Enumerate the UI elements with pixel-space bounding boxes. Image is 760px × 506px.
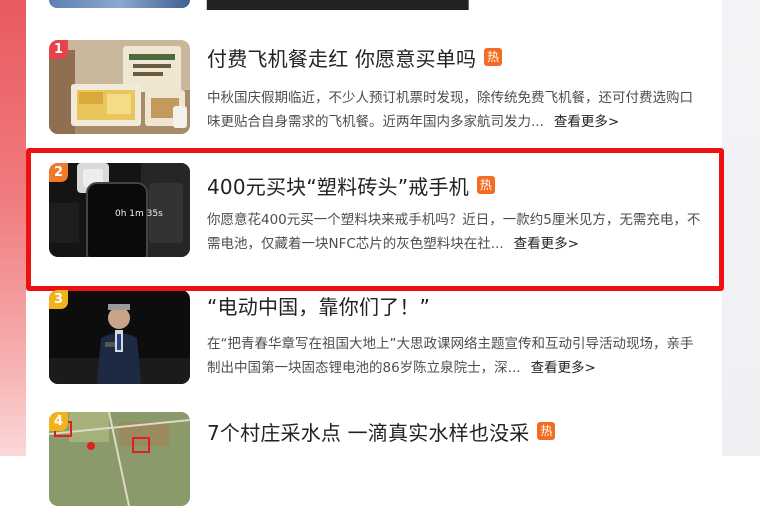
see-more-link[interactable]: 查看更多> <box>531 360 596 376</box>
phone-screen-timer: 0h 1m 35s <box>115 209 163 219</box>
news-summary[interactable]: 你愿意花400元买一个塑料块来戒手机吗？近日，一款约5厘米见方，无需充电，不需电… <box>207 208 701 256</box>
news-summary[interactable]: 在“把青春华章写在祖国大地上”大思政课网络主题宣传和互动引导活动现场，亲手制出中… <box>207 332 701 380</box>
news-title[interactable]: 7个村庄采水点 一滴真实水样也没采 <box>207 417 529 446</box>
boxed-meal-photo-icon <box>49 40 190 134</box>
news-summary-text: 在“把青春华章写在祖国大地上”大思政课网络主题宣传和互动引导活动现场，亲手制出中… <box>207 336 694 376</box>
news-title-row[interactable]: “电动中国，靠你们了！” <box>207 290 430 320</box>
rank-badge: 1 <box>49 40 68 59</box>
news-thumbnail[interactable]: 1 <box>49 40 190 134</box>
news-title[interactable]: 400元买块“塑料砖头”戒手机 <box>207 171 469 200</box>
news-title-row[interactable]: 7个村庄采水点 一滴真实水样也没采 热 <box>207 416 556 446</box>
right-decor-strip <box>722 0 760 456</box>
news-summary-text: 你愿意花400元买一个塑料块来戒手机吗？近日，一款约5厘米见方，无需充电，不需电… <box>207 212 701 252</box>
speaker-on-stage-photo-icon <box>49 290 190 384</box>
news-item[interactable]: 1 付费飞机餐走红 你愿意买单吗 热 中秋国庆假期临近，不少人预订机票时发现，除… <box>26 18 722 164</box>
news-title-row[interactable]: 400元买块“塑料砖头”戒手机 热 <box>207 170 495 200</box>
hot-tag: 热 <box>484 48 503 66</box>
satellite-map-photo-icon <box>49 412 190 506</box>
news-thumbnail[interactable]: 3 <box>49 290 190 384</box>
news-item[interactable]: 4 7个村庄采水点 一滴真实水样也没采 热 <box>26 404 722 506</box>
news-summary[interactable]: 中秋国庆假期临近，不少人预订机票时发现，除传统免费飞机餐，还可付费选购口味更贴合… <box>207 86 701 134</box>
news-thumbnail[interactable]: 4 <box>49 412 190 506</box>
news-title[interactable]: 付费飞机餐走红 你愿意买单吗 <box>207 43 476 72</box>
hot-tag: 热 <box>537 422 556 440</box>
hot-tag: 热 <box>476 176 495 194</box>
see-more-link[interactable]: 查看更多> <box>514 236 579 252</box>
previous-item-title-fragment[interactable]: ▆▆▆▆▆▆▆▆▆▆▆▆▆▆▆▆▆ <box>207 0 468 10</box>
news-title-row[interactable]: 付费飞机餐走红 你愿意买单吗 热 <box>207 42 503 72</box>
rank-badge: 4 <box>49 412 68 431</box>
rank-badge: 3 <box>49 290 68 309</box>
previous-item-thumbnail[interactable] <box>49 0 190 8</box>
news-thumbnail[interactable]: 2 0h 1m 35s <box>49 163 190 257</box>
news-title[interactable]: “电动中国，靠你们了！” <box>207 291 430 320</box>
news-item[interactable]: 2 0h 1m 35s 400元买块“塑料砖头”戒手机 热 你愿意花400元买一… <box>26 150 722 296</box>
left-decor-strip <box>0 0 26 456</box>
rank-badge: 2 <box>49 163 68 182</box>
news-summary-text: 中秋国庆假期临近，不少人预订机票时发现，除传统免费飞机餐，还可付费选购口味更贴合… <box>207 90 693 130</box>
see-more-link[interactable]: 查看更多> <box>554 114 619 130</box>
